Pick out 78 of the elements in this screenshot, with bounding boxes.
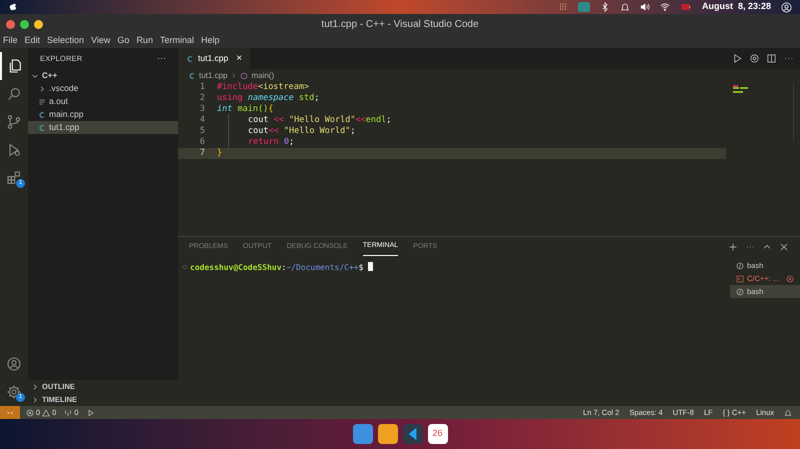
line-number: 2 bbox=[198, 92, 206, 104]
warning-icon bbox=[42, 408, 50, 416]
terminal-icon bbox=[736, 274, 744, 282]
terminal-cursor bbox=[368, 262, 374, 271]
more-actions-button[interactable]: ··· bbox=[157, 52, 166, 66]
line-number: 5 bbox=[198, 125, 206, 138]
file-name: a.out bbox=[49, 95, 68, 108]
antenna-icon bbox=[64, 408, 72, 416]
file-tree-item[interactable]: .vscode bbox=[28, 82, 178, 95]
account-icon bbox=[6, 356, 22, 372]
file-tree-item[interactable]: a.out bbox=[28, 95, 178, 108]
code-line: cout<< "Hello World"; bbox=[228, 125, 356, 138]
code-line: cout << "Hello World"<<endl; bbox=[228, 114, 392, 127]
menu-item[interactable]: File bbox=[3, 34, 18, 48]
settings-icon bbox=[6, 384, 22, 400]
minimize-window-button[interactable] bbox=[34, 20, 43, 28]
tab-label: tut1.cpp bbox=[198, 52, 228, 65]
chevron-icon bbox=[230, 72, 238, 79]
menu-item[interactable]: Terminal bbox=[160, 34, 194, 48]
line-number: 4 bbox=[198, 114, 206, 126]
code-line: } bbox=[216, 147, 222, 160]
search-icon bbox=[6, 86, 22, 102]
terminal-prompt: codesshuv@CodeSShuv:~/Documents/C++$ bbox=[190, 262, 364, 274]
gear-icon[interactable] bbox=[749, 53, 760, 64]
plus-icon[interactable] bbox=[728, 242, 738, 252]
folder-header[interactable]: C++ bbox=[28, 69, 178, 82]
window-title: tut1.cpp - C++ - Visual Studio Code bbox=[321, 18, 479, 32]
file-tree-item[interactable]: tut1.cpp bbox=[28, 121, 178, 134]
line-number: 1 bbox=[198, 81, 206, 94]
files-icon bbox=[7, 58, 23, 74]
close-window-button[interactable] bbox=[6, 20, 15, 28]
error-icon bbox=[26, 408, 34, 416]
cpp-file-icon bbox=[186, 54, 194, 62]
menu-item[interactable]: Help bbox=[200, 34, 220, 48]
wifi-icon[interactable] bbox=[660, 2, 670, 12]
menu-item[interactable]: Run bbox=[136, 34, 153, 48]
run-icon[interactable] bbox=[732, 53, 743, 64]
clock[interactable]: August 8, 23:28 bbox=[702, 0, 771, 14]
editor-tab[interactable]: tut1.cpp × bbox=[178, 48, 250, 69]
menu-item[interactable]: Edit bbox=[24, 34, 40, 48]
file-name: .vscode bbox=[49, 82, 78, 95]
file-name: tut1.cpp bbox=[49, 121, 80, 134]
split-editor-icon[interactable] bbox=[766, 53, 777, 64]
code-line: int main(){ bbox=[216, 103, 274, 116]
shell-icon bbox=[736, 288, 744, 296]
bell-icon[interactable] bbox=[784, 408, 792, 416]
folder-name: C++ bbox=[42, 70, 58, 82]
error-icon bbox=[786, 274, 794, 282]
volume-icon[interactable] bbox=[640, 2, 650, 12]
menu-item[interactable]: View bbox=[91, 34, 110, 48]
remote-icon bbox=[6, 408, 14, 416]
apps-grid-icon[interactable] bbox=[558, 2, 568, 12]
line-number: 7 bbox=[198, 147, 206, 160]
cpp-file-icon bbox=[188, 72, 196, 80]
line-number: 6 bbox=[198, 136, 206, 148]
calendar-app-icon[interactable]: 26 bbox=[428, 424, 448, 444]
debug-run-icon[interactable] bbox=[86, 408, 95, 416]
breadcrumb-item[interactable]: tut1.cpp bbox=[199, 70, 228, 82]
breadcrumb-item[interactable]: main() bbox=[251, 70, 274, 82]
code-line: #include<iostream> bbox=[216, 81, 310, 94]
apple-icon bbox=[8, 2, 18, 12]
code-editor-app-icon[interactable] bbox=[402, 424, 422, 444]
line-number: 3 bbox=[198, 103, 206, 116]
close-tab-button[interactable]: × bbox=[236, 51, 242, 66]
code-line: using namespace std; bbox=[216, 92, 320, 104]
menu-item[interactable]: Go bbox=[117, 34, 130, 48]
cube-icon bbox=[240, 72, 248, 80]
circle-icon bbox=[182, 264, 188, 270]
user-icon[interactable] bbox=[781, 2, 792, 12]
menu-item[interactable]: Selection bbox=[47, 34, 84, 48]
maximize-window-button[interactable] bbox=[20, 20, 29, 28]
shell-icon bbox=[736, 262, 744, 270]
file-tree-item[interactable]: main.cpp bbox=[28, 108, 178, 121]
close-icon[interactable] bbox=[779, 242, 789, 252]
file-name: main.cpp bbox=[49, 108, 84, 121]
lines-icon bbox=[38, 98, 46, 106]
extensions-icon bbox=[6, 170, 22, 186]
source-control-icon bbox=[6, 114, 22, 130]
